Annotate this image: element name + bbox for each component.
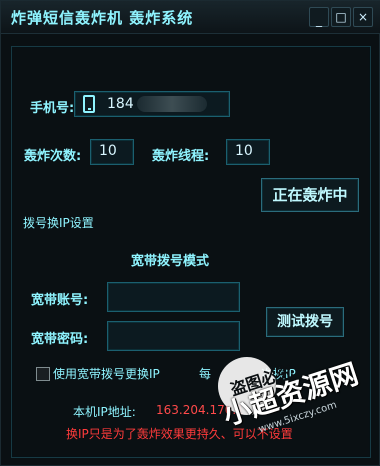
- threads-value: 10: [235, 143, 253, 159]
- local-ip-label: 本机IP地址:: [73, 405, 136, 419]
- title-bar[interactable]: 炸弹短信轰炸机 轰炸系统 _ □ ×: [1, 1, 380, 34]
- close-icon: ×: [357, 10, 369, 24]
- phone-label: 手机号:: [30, 101, 75, 116]
- minimize-button[interactable]: _: [309, 7, 329, 27]
- maximize-button[interactable]: □: [331, 7, 351, 27]
- test-dial-button[interactable]: 测试拨号: [266, 307, 344, 337]
- window-title: 炸弹短信轰炸机 轰炸系统: [11, 9, 194, 27]
- threads-label: 轰炸线程:: [152, 149, 210, 164]
- password-input[interactable]: [107, 321, 240, 351]
- minimize-icon: _: [316, 13, 322, 27]
- phone-icon: [83, 95, 95, 113]
- redacted-blur: [137, 96, 207, 112]
- bomb-button[interactable]: 正在轰炸中: [261, 178, 359, 212]
- threads-input[interactable]: 10: [226, 139, 270, 165]
- every-label: 每: [199, 367, 212, 381]
- account-input[interactable]: [107, 282, 240, 312]
- count-label: 轰炸次数:: [24, 149, 82, 164]
- use-broadband-checkbox-label: 使用宽带拨号更换IP: [53, 367, 160, 381]
- use-broadband-checkbox[interactable]: [36, 367, 50, 381]
- maximize-icon: □: [335, 10, 347, 24]
- password-label: 宽带密码:: [31, 332, 89, 347]
- count-input[interactable]: 10: [90, 139, 134, 165]
- phone-input[interactable]: 184: [74, 91, 230, 117]
- phone-value: 184: [107, 96, 134, 112]
- broadband-mode-label: 宽带拨号模式: [131, 254, 210, 269]
- close-button[interactable]: ×: [353, 7, 373, 27]
- account-label: 宽带账号:: [31, 293, 89, 308]
- dial-ip-settings-label: 拨号换IP设置: [23, 216, 94, 230]
- count-value: 10: [99, 143, 117, 159]
- app-window: 炸弹短信轰炸机 轰炸系统 _ □ × 手机号: 184 轰炸次数: 10 轰炸线…: [0, 0, 380, 466]
